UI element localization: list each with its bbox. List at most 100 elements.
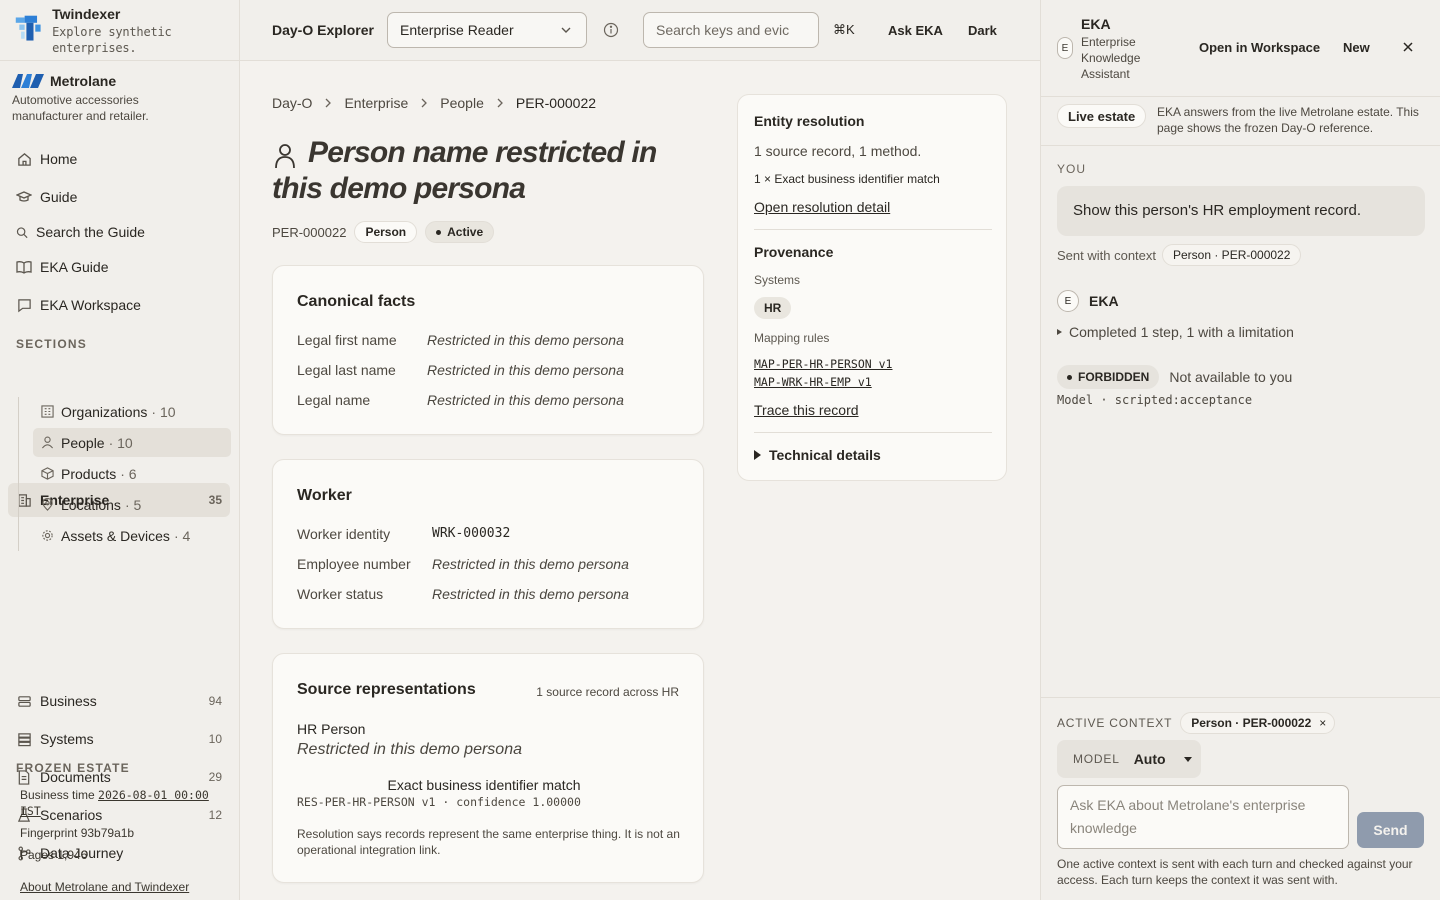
nav-eka-workspace[interactable]: EKA Workspace xyxy=(8,288,230,322)
subnav-assets-devices[interactable]: Assets & Devices · 4 xyxy=(33,521,231,550)
eka-title: EKA xyxy=(1081,16,1111,32)
user-label: YOU xyxy=(1057,162,1087,176)
main-content: Day-O Enterprise People PER-000022 Perso… xyxy=(240,61,1040,900)
eka-avatar: E xyxy=(1057,37,1073,59)
worker-card: Worker Worker identity WRK-000032 Employ… xyxy=(272,459,704,629)
section-count: 29 xyxy=(208,770,222,784)
org-name: Metrolane xyxy=(50,73,117,89)
card-title: Worker xyxy=(297,487,352,504)
provenance-heading: Provenance xyxy=(754,244,834,260)
disclosure-triangle-icon xyxy=(754,450,761,460)
disclosure-triangle-icon xyxy=(1057,329,1062,335)
nav-guide[interactable]: Guide xyxy=(8,180,230,214)
twindexer-logo-icon xyxy=(15,15,41,41)
source-summary: 1 source record across HR xyxy=(536,685,679,699)
open-in-workspace-button[interactable]: Open in Workspace xyxy=(1199,40,1320,55)
nav-search-guide[interactable]: Search the Guide xyxy=(8,215,230,249)
fact-label: Worker status xyxy=(297,586,384,602)
pages: Pages 1,946 xyxy=(20,847,87,863)
subnav-products[interactable]: Products · 6 xyxy=(33,459,231,488)
breadcrumb-current: PER-000022 xyxy=(515,95,597,111)
about-link[interactable]: About Metrolane and Twindexer xyxy=(20,879,189,895)
nav-eka-guide-label: EKA Guide xyxy=(40,259,109,275)
brand-header[interactable]: Twindexer Explore synthetic enterprises. xyxy=(0,0,239,61)
response-status: FORBIDDEN Not available to you xyxy=(1057,365,1292,389)
subnav-organizations[interactable]: Organizations · 10 xyxy=(33,397,231,426)
metrolane-logo-icon xyxy=(12,74,44,88)
breadcrumb-item[interactable]: Day-O xyxy=(272,95,312,111)
steps-disclosure[interactable]: Completed 1 step, 1 with a limitation xyxy=(1057,324,1294,340)
ask-eka-input[interactable] xyxy=(1057,785,1349,849)
subnav-label: Assets & Devices xyxy=(61,527,170,544)
new-chat-button[interactable]: New xyxy=(1343,40,1370,55)
fact-row: Legal first name Restricted in this demo… xyxy=(297,332,624,348)
resolution-note: Resolution says records represent the sa… xyxy=(297,827,680,857)
info-icon[interactable] xyxy=(603,22,619,38)
entity-resolution-heading: Entity resolution xyxy=(754,113,865,129)
active-context: ACTIVE CONTEXT Person · PER-000022 × xyxy=(1057,712,1336,734)
theme-toggle-button[interactable]: Dark xyxy=(960,14,1005,46)
breadcrumb-item[interactable]: People xyxy=(440,95,484,111)
breadcrumb-item[interactable]: Enterprise xyxy=(344,95,408,111)
assistant-name: EKA xyxy=(1089,293,1119,309)
nav-home[interactable]: Home xyxy=(8,142,230,176)
sections-heading: SECTIONS xyxy=(16,337,87,351)
enterprise-subnav: Organizations · 10 People · 10 Products … xyxy=(18,397,232,551)
fact-label: Employee number xyxy=(297,556,411,572)
system-chip[interactable]: HR xyxy=(754,297,792,319)
layers-icon xyxy=(16,693,32,709)
fact-value: WRK-000032 xyxy=(432,526,511,541)
cog-icon xyxy=(41,529,55,543)
search-input[interactable] xyxy=(643,12,819,48)
remove-context-icon[interactable]: × xyxy=(1319,716,1326,730)
close-icon[interactable] xyxy=(1402,41,1414,53)
technical-details-label: Technical details xyxy=(769,447,881,463)
persona-select-value: Enterprise Reader xyxy=(400,22,514,38)
open-resolution-detail-link[interactable]: Open resolution detail xyxy=(754,199,890,215)
persona-select[interactable]: Enterprise Reader xyxy=(387,12,587,48)
fact-row: Worker identity WRK-000032 xyxy=(297,526,510,542)
canonical-facts-card: Canonical facts Legal first name Restric… xyxy=(272,265,704,435)
status-badge-label: Active xyxy=(447,225,484,239)
source-record-value: Restricted in this demo persona xyxy=(297,741,522,758)
subnav-count: · 4 xyxy=(173,527,191,544)
chevron-down-icon xyxy=(561,27,571,33)
model-line: Model · scripted:acceptance xyxy=(1057,393,1253,407)
fingerprint-value: 93b79a1b xyxy=(80,826,135,840)
breadcrumb: Day-O Enterprise People PER-000022 xyxy=(272,95,596,111)
sidebar: Twindexer Explore synthetic enterprises.… xyxy=(0,0,240,900)
subnav-locations[interactable]: Locations · 5 xyxy=(33,490,231,519)
send-button[interactable]: Send xyxy=(1357,812,1424,848)
pin-icon xyxy=(41,497,55,512)
model-select[interactable]: MODEL Auto xyxy=(1057,740,1201,778)
section-systems[interactable]: Systems 10 xyxy=(8,722,230,756)
trace-record-link[interactable]: Trace this record xyxy=(754,402,859,418)
fact-row: Employee number Restricted in this demo … xyxy=(297,556,629,572)
nav-eka-guide[interactable]: EKA Guide xyxy=(8,250,230,284)
explorer-title: Day-O Explorer xyxy=(272,22,374,38)
status-dot-icon xyxy=(436,229,442,235)
org-header: Metrolane Automotive accessories manufac… xyxy=(0,61,239,124)
card-title: Canonical facts xyxy=(297,293,416,310)
mapping-rule-link[interactable]: MAP-WRK-HR-EMP v1 xyxy=(754,375,872,389)
section-count: 10 xyxy=(208,732,222,746)
fact-row: Legal name Restricted in this demo perso… xyxy=(297,392,624,408)
technical-details-toggle[interactable]: Technical details xyxy=(754,447,881,463)
card-title: Source representations xyxy=(297,681,476,698)
fact-value: Restricted in this demo persona xyxy=(432,556,629,572)
source-record-name: HR Person xyxy=(297,721,366,737)
live-estate-banner: Live estate EKA answers from the live Me… xyxy=(1041,97,1440,146)
pages-value: 1,946 xyxy=(57,848,88,862)
chevron-right-icon xyxy=(496,98,504,108)
systems-label: Systems xyxy=(754,273,801,287)
brand-name: Twindexer xyxy=(52,6,121,22)
fact-value: Restricted in this demo persona xyxy=(427,332,624,348)
ask-eka-button[interactable]: Ask EKA xyxy=(880,14,951,46)
eka-composer: ACTIVE CONTEXT Person · PER-000022 × MOD… xyxy=(1041,697,1440,900)
source-representations-card: Source representations 1 source record a… xyxy=(272,653,704,883)
section-business[interactable]: Business 94 xyxy=(8,684,230,718)
chevron-right-icon xyxy=(420,98,428,108)
subnav-people[interactable]: People · 10 xyxy=(33,428,231,457)
forbidden-text: Not available to you xyxy=(1169,369,1293,385)
mapping-rule-link[interactable]: MAP-PER-HR-PERSON v1 xyxy=(754,357,892,371)
